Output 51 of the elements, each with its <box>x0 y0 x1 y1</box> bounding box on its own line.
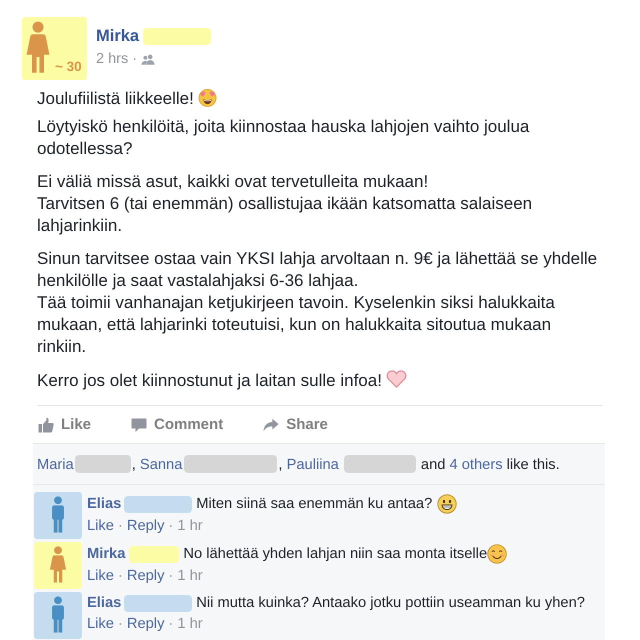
comment-text: No lähettää yhden lahjan niin saa monta itselle <box>183 545 488 563</box>
action-link[interactable]: Comment <box>131 416 224 433</box>
others-link[interactable]: 4 others <box>450 457 503 473</box>
post-paragraph: Sinun tarvitsee ostaa vain YKSI lahja arvoltaan n. 9€ ja lähettää se yhdelle henkilölle ja saat vastalahjaksi 6-36 lahjaa. Tää toimii vanhanajan ketjukirjeen tavoin. Kyselenkin siksi halukkaita mukaan, että lahjarinki toteutuisi, kun on halukkaita sitoutua mukaan rinkiin. <box>37 249 598 356</box>
separator-dot: · <box>132 51 138 67</box>
author-name[interactable]: Mirka <box>96 27 140 46</box>
speech-bubble-icon <box>131 416 148 432</box>
separator-dot: · <box>168 616 174 632</box>
comment-text: Miten siinä saa enemmän ku antaa? <box>196 495 432 513</box>
man-avatar-icon[interactable] <box>34 492 82 539</box>
post-paragraph: Löytyiskö henkilöitä, joita kiinnostaa hauska lahjojen vaihto joulua odotellessa? <box>37 117 530 158</box>
liker-name[interactable]: Sanna <box>140 457 182 473</box>
action-link[interactable]: Like <box>38 416 92 433</box>
comment-action-link[interactable]: Like <box>87 518 114 534</box>
heart-eyes-emoji-icon <box>198 88 217 107</box>
grinning-face-icon <box>437 494 458 514</box>
commenter-name[interactable]: Elias <box>87 495 122 513</box>
woman-avatar-icon[interactable] <box>34 542 82 589</box>
likes-sentence: Maria , Sanna , Pauliina and 4 others like this. <box>37 457 560 473</box>
woman-figure-icon <box>26 21 50 74</box>
comment-text: Nii mutta kuinka? Antaako jotku pottiin useamman ku yhen? <box>196 594 585 612</box>
comment-action-link[interactable]: Like <box>87 616 114 632</box>
commenter-name[interactable]: Mirka <box>87 545 126 563</box>
liker-name[interactable]: Pauliina <box>286 457 339 473</box>
comment-action-link[interactable]: Reply <box>126 568 164 584</box>
comment-action-link[interactable]: Like <box>87 568 114 584</box>
post-paragraph: Joulufiilistä liikkeelle! <box>37 89 194 108</box>
comment-time[interactable]: 1 hr <box>177 616 203 632</box>
post-time[interactable]: 2 hrs <box>96 51 128 67</box>
man-avatar-icon[interactable] <box>34 592 82 639</box>
comment-time[interactable]: 1 hr <box>177 568 203 584</box>
comment-time[interactable]: 1 hr <box>177 518 203 534</box>
separator-dot: · <box>118 568 123 584</box>
redaction-bar <box>74 455 131 473</box>
post-paragraph: Kerro jos olet kiinnostunut ja laitan sulle infoa! <box>37 371 382 390</box>
liker-name[interactable]: Maria <box>37 457 74 473</box>
comment-action-link[interactable]: Reply <box>126 518 164 534</box>
age-label: ~ 30 <box>55 60 82 74</box>
separator-dot: · <box>118 518 123 534</box>
post-paragraph: Ei väliä missä asut, kaikki ovat tervetulleita mukaan! Tarvitsen 6 (tai enemmän) osallistujaa ikään katsomatta salaiseen lahjarinkiin. <box>37 172 532 235</box>
separator-dot: · <box>168 568 174 584</box>
separator-dot: · <box>168 518 174 534</box>
commenter-name[interactable]: Elias <box>87 594 122 612</box>
heart-icon <box>386 369 407 389</box>
separator-dot: · <box>118 616 123 632</box>
share-arrow-icon <box>263 416 280 432</box>
smiling-face-icon <box>487 544 508 564</box>
thumbs-up-icon <box>38 416 54 432</box>
friends-icon[interactable] <box>141 54 156 64</box>
action-link[interactable]: Share <box>263 416 328 433</box>
comment-action-link[interactable]: Reply <box>126 616 164 632</box>
